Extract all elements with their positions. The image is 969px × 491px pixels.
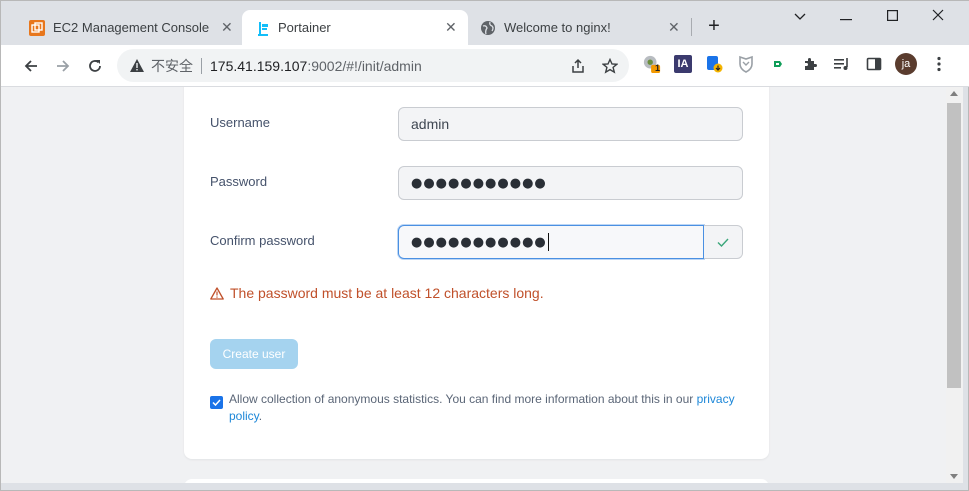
translate-ext-icon[interactable] — [705, 55, 723, 73]
reload-icon — [89, 60, 101, 72]
chevron-down-icon — [794, 13, 806, 20]
media-icon[interactable] — [833, 55, 851, 73]
password-input[interactable]: ●●●●●●●●●●● — [398, 166, 743, 200]
username-label: Username — [210, 115, 270, 130]
shield-ext-icon[interactable] — [737, 55, 755, 73]
maximize-button[interactable] — [881, 5, 903, 27]
tab-search-button[interactable] — [789, 5, 811, 27]
confirm-password-addon — [704, 225, 743, 259]
check-icon — [212, 399, 221, 406]
check-icon — [717, 238, 729, 247]
tab-ec2[interactable]: EC2 Management Console ✕ — [15, 10, 239, 45]
back-button[interactable] — [18, 53, 44, 79]
close-icon[interactable]: ✕ — [668, 19, 680, 36]
page-content: Username admin Password ●●●●●●●●●●● Conf… — [1, 87, 946, 483]
password-error: The password must be at least 12 charact… — [210, 285, 544, 301]
avatar[interactable]: ja — [895, 53, 917, 75]
text-caret — [547, 233, 549, 251]
scroll-up-icon[interactable] — [950, 91, 958, 96]
minimize-button[interactable] — [835, 5, 857, 27]
tab-separator — [691, 18, 692, 36]
close-window-button[interactable] — [927, 5, 949, 27]
aws-icon — [29, 19, 45, 36]
puzzle-icon[interactable] — [802, 55, 820, 73]
close-icon[interactable]: ✕ — [221, 19, 233, 36]
stats-text: Allow collection of anonymous statistics… — [229, 391, 740, 425]
tab-title: Welcome to nginx! — [504, 20, 611, 35]
scrollbar[interactable] — [946, 87, 963, 483]
confirm-password-value: ●●●●●●●●●●● — [411, 234, 547, 250]
ia-ext-icon[interactable]: IA — [674, 55, 692, 73]
address-bar[interactable]: 不安全 175.41.159.107:9002/#!/init/admin — [117, 49, 629, 82]
tab-strip: EC2 Management Console ✕ Portainer ✕ Wel… — [1, 1, 969, 45]
close-icon[interactable]: ✕ — [445, 19, 457, 36]
close-icon — [932, 9, 944, 21]
username-input[interactable]: admin — [398, 107, 743, 141]
portainer-icon — [256, 20, 270, 36]
tab-portainer[interactable]: Portainer ✕ — [242, 10, 468, 45]
new-tab-button[interactable]: + — [703, 15, 725, 37]
url-path: :9002/#!/init/admin — [307, 57, 422, 74]
stats-consent: Allow collection of anonymous statistics… — [210, 391, 740, 425]
admin-form-card: Username admin Password ●●●●●●●●●●● Conf… — [184, 87, 769, 459]
arrow-right-icon — [57, 60, 70, 72]
scroll-down-icon[interactable] — [950, 474, 958, 479]
tab-title: EC2 Management Console — [53, 20, 210, 35]
warning-icon[interactable] — [129, 58, 145, 74]
scrollbar-thumb[interactable] — [947, 103, 961, 388]
confirm-password-label: Confirm password — [210, 233, 315, 248]
minimize-icon — [840, 19, 852, 21]
stats-suffix: . — [258, 409, 263, 423]
stats-checkbox[interactable] — [210, 396, 223, 409]
divider — [201, 57, 202, 74]
share-icon[interactable] — [569, 57, 587, 75]
ext-badge: 1 — [655, 63, 661, 73]
security-label[interactable]: 不安全 — [151, 56, 193, 76]
browser-window: EC2 Management Console ✕ Portainer ✕ Wel… — [0, 0, 969, 491]
tab-nginx[interactable]: Welcome to nginx! ✕ — [466, 10, 690, 45]
chrome-ext-badge-icon[interactable]: 1 — [643, 55, 661, 73]
browser-toolbar: 不安全 175.41.159.107:9002/#!/init/admin 1 … — [1, 45, 969, 87]
globe-icon — [480, 20, 496, 36]
tab-title: Portainer — [278, 20, 331, 35]
reload-button[interactable] — [82, 53, 108, 79]
url-host: 175.41.159.107 — [210, 57, 308, 74]
create-user-button[interactable]: Create user — [210, 339, 298, 369]
next-card — [184, 479, 769, 483]
warning-icon — [210, 286, 224, 300]
arrow-left-icon — [24, 60, 37, 72]
maximize-icon — [886, 10, 898, 22]
stats-description: Allow collection of anonymous statistics… — [229, 392, 697, 406]
menu-icon[interactable] — [930, 55, 948, 73]
error-message: The password must be at least 12 charact… — [230, 285, 544, 301]
star-icon[interactable] — [601, 57, 619, 75]
sidepanel-icon[interactable] — [865, 55, 883, 73]
green-ext-icon[interactable] — [769, 55, 787, 73]
password-label: Password — [210, 174, 268, 189]
confirm-password-input[interactable]: ●●●●●●●●●●● — [398, 225, 704, 259]
forward-button[interactable] — [50, 53, 76, 79]
